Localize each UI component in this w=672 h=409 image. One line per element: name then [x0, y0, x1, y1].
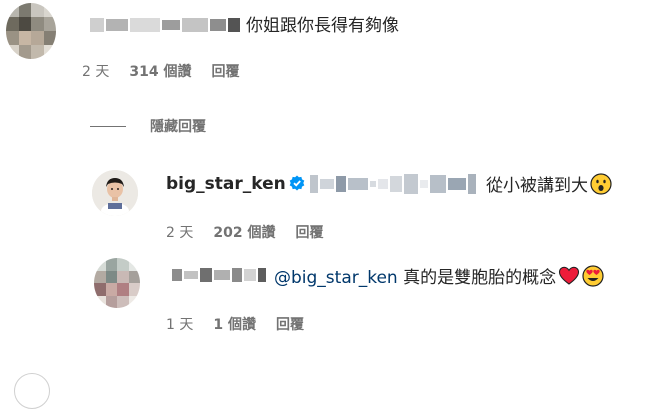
- reply-time[interactable]: 2 天: [166, 222, 193, 242]
- reply-text-content: 真的是雙胞胎的概念: [397, 268, 557, 288]
- username[interactable]: big_star_ken: [166, 174, 286, 194]
- reply-button[interactable]: 回覆: [295, 222, 323, 242]
- mention-blurred[interactable]: [310, 172, 476, 196]
- avatar[interactable]: [14, 373, 50, 409]
- verified-badge-icon: [289, 175, 305, 191]
- comment-text: 你姐跟你長得有夠像: [246, 16, 399, 36]
- reply-text: 從小被講到大: [486, 173, 612, 197]
- avatar[interactable]: [6, 3, 56, 59]
- username-blurred[interactable]: [90, 17, 240, 33]
- avatar[interactable]: [92, 170, 138, 216]
- reply-button[interactable]: 回覆: [276, 314, 304, 334]
- heart-eyes-emoji-icon: [582, 265, 604, 287]
- surprised-face-emoji-icon: [590, 173, 612, 195]
- like-count[interactable]: 1 個讚: [213, 314, 256, 334]
- comment-time[interactable]: 2 天: [82, 61, 109, 81]
- reply-meta: 2 天 202 個讚 回覆: [166, 222, 323, 242]
- reply-header: big_star_ken: [166, 173, 305, 195]
- reply-text-content: 從小被講到大: [486, 176, 588, 196]
- reply-time[interactable]: 1 天: [166, 314, 193, 334]
- boy-portrait-icon: [92, 170, 138, 216]
- hide-replies-button[interactable]: 隱藏回覆: [90, 116, 206, 136]
- red-heart-emoji-icon: [559, 266, 580, 285]
- hide-replies-label: 隱藏回覆: [150, 119, 206, 135]
- reply-meta: 1 天 1 個讚 回覆: [166, 314, 304, 334]
- reply-button[interactable]: 回覆: [211, 61, 239, 81]
- comment-meta: 2 天 314 個讚 回覆: [82, 61, 239, 81]
- divider-line: [90, 125, 126, 127]
- avatar[interactable]: [94, 258, 140, 308]
- like-count[interactable]: 314 個讚: [129, 61, 191, 81]
- username-blurred[interactable]: [172, 266, 266, 284]
- like-count[interactable]: 202 個讚: [213, 222, 275, 242]
- mention-link[interactable]: @big_star_ken: [274, 268, 398, 288]
- reply-text: @big_star_ken 真的是雙胞胎的概念: [274, 265, 604, 289]
